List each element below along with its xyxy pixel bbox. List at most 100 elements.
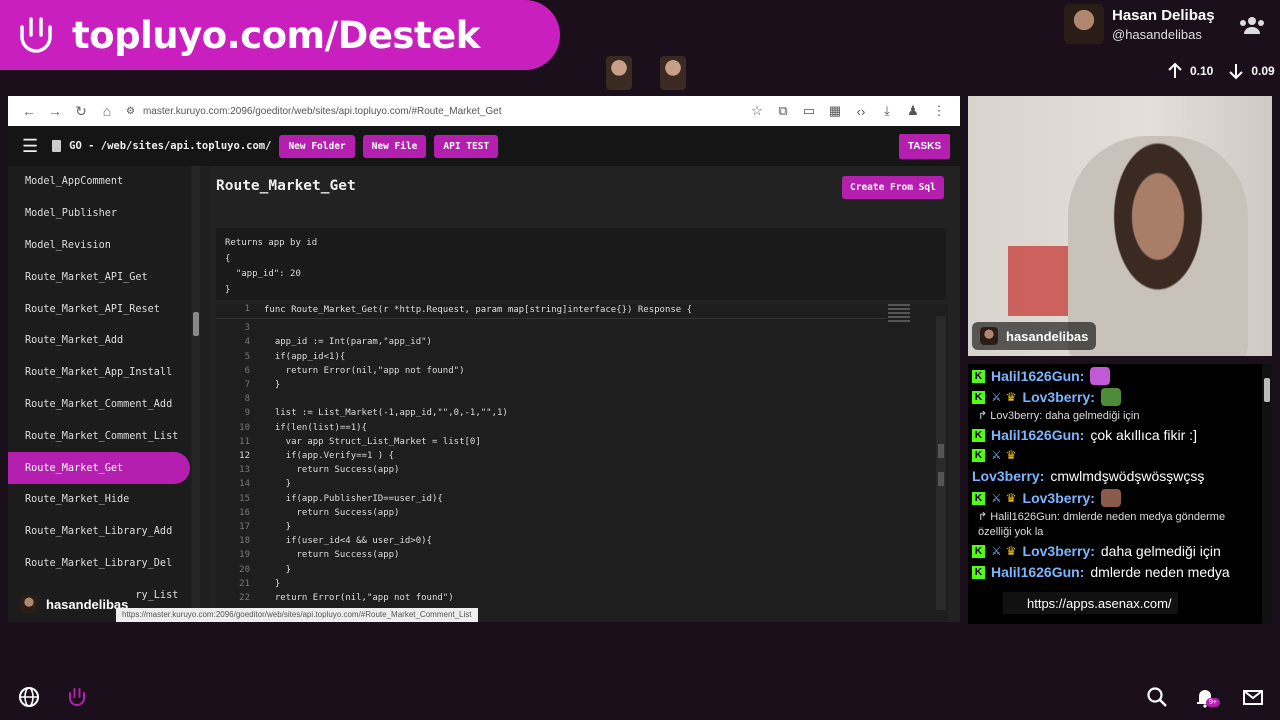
extensions-icon[interactable]: ⧉ bbox=[770, 103, 796, 119]
code-line[interactable]: 3 bbox=[216, 323, 264, 337]
chat-message[interactable]: K Halil1626Gun: bbox=[972, 367, 1111, 385]
new-folder-button[interactable]: New Folder bbox=[279, 134, 355, 158]
code-line[interactable]: 20 } bbox=[216, 565, 291, 579]
bookmark-star-icon[interactable]: ☆ bbox=[744, 103, 770, 119]
code-line[interactable]: 10 if(len(list)==1){ bbox=[216, 423, 367, 437]
minimap[interactable] bbox=[888, 304, 910, 328]
people-icon[interactable] bbox=[1238, 14, 1266, 36]
chat-message[interactable]: K ⚔ ♛ bbox=[972, 448, 1023, 462]
globe-icon[interactable] bbox=[18, 686, 40, 708]
chat-scrollbar[interactable] bbox=[1262, 364, 1272, 624]
chat-username[interactable]: Lov3berry: bbox=[1023, 543, 1095, 559]
emote-icon bbox=[1100, 388, 1121, 406]
api-test-button[interactable]: API TEST bbox=[434, 134, 499, 158]
chat-username[interactable]: Halil1626Gun: bbox=[991, 368, 1084, 384]
menu-dots-icon[interactable]: ⋮ bbox=[926, 103, 952, 119]
code-line[interactable]: 16 return Success(app) bbox=[216, 508, 399, 522]
code-line[interactable]: 5 if(app_id<1){ bbox=[216, 352, 346, 366]
chat-message[interactable]: ↱ Lov3berry: daha gelmediği için bbox=[978, 409, 1139, 422]
chat-username[interactable]: Halil1626Gun: bbox=[991, 564, 1084, 580]
sidebar-item[interactable]: Route_Market_Add bbox=[8, 325, 190, 357]
code-line[interactable]: 8 bbox=[216, 394, 264, 408]
download-icon[interactable]: ⤓ bbox=[874, 103, 900, 119]
chat-username[interactable]: Lov3berry: bbox=[1023, 389, 1095, 405]
forward-icon[interactable]: → bbox=[42, 103, 68, 119]
sidebar-item[interactable]: Route_Market_App_Install bbox=[8, 357, 190, 389]
code-line[interactable]: 14 } bbox=[216, 479, 291, 493]
sidebar-item[interactable]: Route_Market_Hide bbox=[8, 484, 190, 516]
code-line[interactable]: 13 return Success(app) bbox=[216, 465, 399, 479]
code-line[interactable]: 9 list := List_Market(-1,app_id,"",0,-1,… bbox=[216, 408, 508, 422]
code-line[interactable]: 6 return Error(nil,"app not found") bbox=[216, 366, 465, 380]
chat-message[interactable]: Lov3berry: cmwlmdşwödşwösşwçsş bbox=[972, 468, 1204, 484]
topluyo-logo-icon bbox=[14, 13, 58, 57]
site-info-icon[interactable]: ⚙ bbox=[126, 106, 135, 117]
chat-message[interactable]: K ⚔ ♛ Lov3berry: bbox=[972, 388, 1121, 406]
address-bar[interactable]: ⚙ master.kuruyo.com:2096/goeditor/web/si… bbox=[126, 106, 738, 117]
func-signature: func Route_Market_Get(r *http.Request, p… bbox=[264, 305, 693, 315]
doc-comment[interactable]: Returns app by id { "app_id": 20 } bbox=[216, 228, 946, 300]
code-line[interactable]: 12 if(app.Verify==1 ) { bbox=[216, 451, 394, 465]
sidebar-item[interactable]: Route_Market_API_Get bbox=[8, 261, 190, 293]
sidebar-item[interactable]: Route_Market_API_Reset bbox=[8, 293, 190, 325]
new-file-button[interactable]: New File bbox=[362, 134, 427, 158]
search-icon[interactable] bbox=[1146, 686, 1168, 708]
editor-scrollbar[interactable] bbox=[936, 316, 946, 610]
chat-message[interactable]: özelliği yok la bbox=[978, 526, 1043, 538]
tasks-button[interactable]: TASKS bbox=[898, 133, 950, 159]
streamer-profile[interactable]: Hasan Delibaş @hasandelibas bbox=[1064, 4, 1215, 44]
reload-icon[interactable]: ↻ bbox=[68, 103, 94, 120]
code-icon[interactable]: ‹› bbox=[848, 104, 874, 119]
chat-message[interactable]: K ⚔ ♛ Lov3berry: bbox=[972, 489, 1121, 507]
back-icon[interactable]: ← bbox=[16, 103, 42, 119]
code-editor[interactable]: func Route_Market_Get(r *http.Request, p… bbox=[216, 304, 948, 622]
create-from-sql-button[interactable]: Create From Sql bbox=[842, 176, 944, 199]
chat-username[interactable]: Lov3berry: bbox=[1023, 490, 1095, 506]
chat-message[interactable]: K Halil1626Gun: çok akıllıca fikir :] bbox=[972, 427, 1197, 443]
code-line[interactable]: 1 bbox=[216, 304, 264, 318]
code-line[interactable]: 4 app_id := Int(param,"app_id") bbox=[216, 337, 432, 351]
sidebar-item[interactable]: Route_Market_Library_Del bbox=[8, 548, 190, 580]
sidebar-item[interactable]: Route_Market_Comment_Add bbox=[8, 389, 190, 421]
sidebar-item[interactable]: Model_AppComment bbox=[8, 166, 190, 198]
topluyo-logo-icon[interactable] bbox=[66, 686, 88, 708]
scrollbar-thumb[interactable] bbox=[1264, 378, 1270, 402]
scrollbar-thumb[interactable] bbox=[193, 312, 199, 336]
sidebar-item[interactable]: Model_Publisher bbox=[8, 198, 190, 230]
apps-grid-icon[interactable]: ▦ bbox=[822, 103, 848, 119]
sidebar-item[interactable]: Route_Market_Library_Add bbox=[8, 516, 190, 548]
code-line[interactable]: 7 } bbox=[216, 380, 281, 394]
chat-message[interactable]: K Halil1626Gun: dmlerde neden medya bbox=[972, 564, 1230, 580]
line-number: 11 bbox=[239, 436, 250, 447]
scrollbar-thumb[interactable] bbox=[938, 444, 944, 458]
sidebar-scrollbar[interactable] bbox=[192, 166, 200, 622]
banner-text: topluyo.com/Destek bbox=[72, 13, 480, 57]
chat-message[interactable]: K ⚔ ♛ Lov3berry: daha gelmediği için bbox=[972, 543, 1221, 559]
chat-text: cmwlmdşwödşwösşwçsş bbox=[1050, 468, 1205, 484]
code-line[interactable]: 19 return Success(app) bbox=[216, 550, 399, 564]
sidebar-item[interactable]: Route_Market_Comment_List bbox=[8, 420, 190, 452]
kick-badge-icon: K bbox=[972, 544, 985, 558]
code-line[interactable]: 11 var app Struct_List_Market = list[0] bbox=[216, 437, 481, 451]
crown-badge-icon: ♛ bbox=[1005, 491, 1017, 505]
chat-message[interactable]: ↱ Halil1626Gun: dmlerde neden medya gönd… bbox=[978, 510, 1225, 523]
code-line[interactable]: 18 if(user_id<4 && user_id>0){ bbox=[216, 536, 432, 550]
code-line[interactable]: 22 return Error(nil,"app not found") bbox=[216, 593, 454, 607]
profile-icon[interactable]: ♟ bbox=[900, 103, 926, 119]
mail-icon[interactable] bbox=[1242, 686, 1264, 708]
code-text: } bbox=[264, 380, 281, 390]
code-line[interactable]: 21 } bbox=[216, 579, 280, 593]
code-line[interactable]: 17 } bbox=[216, 522, 291, 536]
chat-reply: ↱ Lov3berry: daha gelmediği için bbox=[978, 410, 1140, 422]
code-line[interactable]: 15 if(app.PublisherID==user_id){ bbox=[216, 494, 443, 508]
line-number: 1 bbox=[244, 304, 250, 314]
home-icon[interactable]: ⌂ bbox=[94, 103, 120, 119]
hamburger-icon[interactable]: ☰ bbox=[22, 136, 38, 157]
chat-link[interactable]: https://apps.asenax.com/ bbox=[1003, 592, 1178, 614]
sidebar-item[interactable]: Model_Revision bbox=[8, 230, 190, 262]
scrollbar-thumb[interactable] bbox=[938, 472, 944, 486]
devices-icon[interactable]: ▭ bbox=[796, 103, 822, 119]
chat-username[interactable]: Lov3berry: bbox=[972, 468, 1044, 484]
chat-username[interactable]: Halil1626Gun: bbox=[991, 427, 1084, 443]
sidebar-item[interactable]: Route_Market_Get bbox=[8, 452, 190, 484]
